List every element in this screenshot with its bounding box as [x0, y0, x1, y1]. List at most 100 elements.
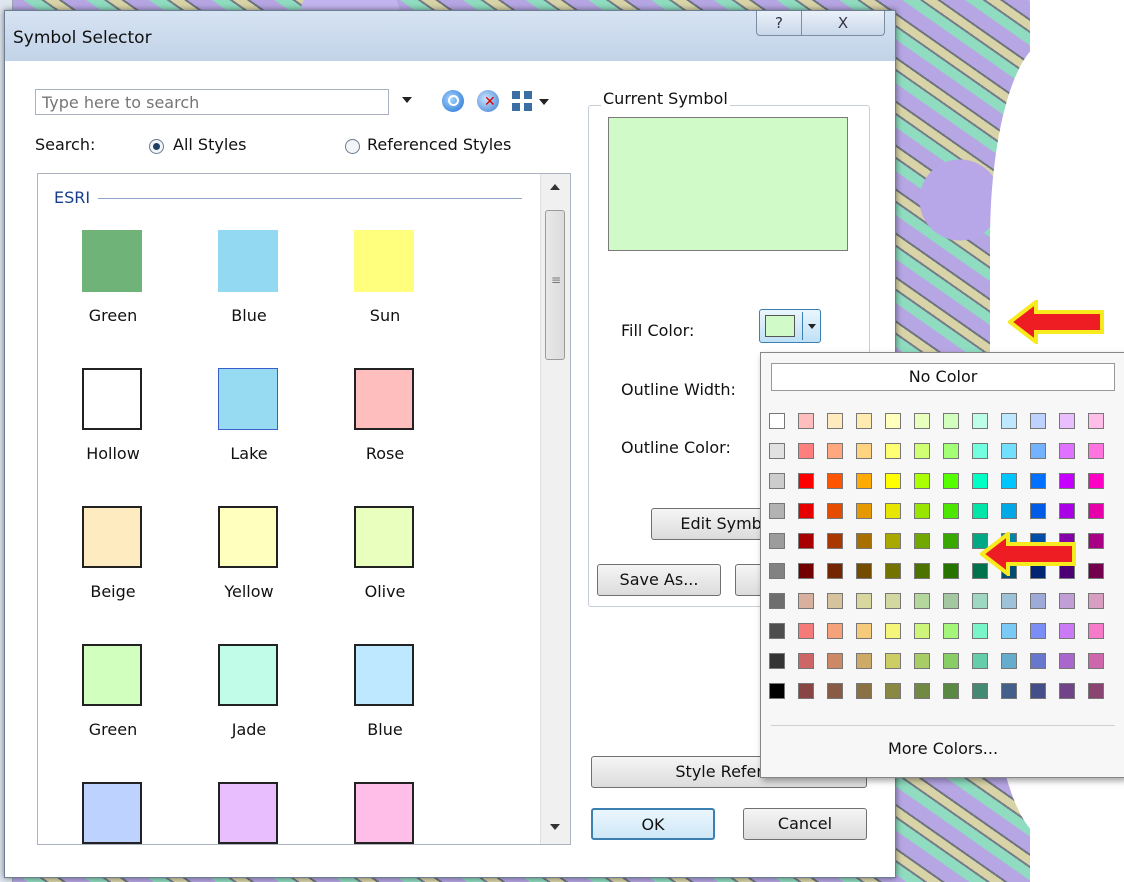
- symbol-item[interactable]: Green: [48, 644, 178, 754]
- color-swatch[interactable]: [827, 413, 843, 429]
- symbol-item[interactable]: [184, 782, 314, 844]
- color-swatch[interactable]: [1001, 413, 1017, 429]
- color-swatch[interactable]: [1088, 683, 1104, 699]
- titlebar[interactable]: Symbol Selector ? X: [5, 11, 895, 61]
- scroll-up-icon[interactable]: [550, 184, 560, 190]
- color-swatch[interactable]: [769, 683, 785, 699]
- color-swatch[interactable]: [769, 413, 785, 429]
- color-swatch[interactable]: [972, 503, 988, 519]
- color-swatch[interactable]: [856, 473, 872, 489]
- color-swatch[interactable]: [1059, 683, 1075, 699]
- color-swatch[interactable]: [769, 623, 785, 639]
- color-swatch[interactable]: [798, 503, 814, 519]
- all-styles-radio[interactable]: [149, 139, 164, 154]
- all-styles-label[interactable]: All Styles: [173, 135, 246, 154]
- color-swatch[interactable]: [856, 413, 872, 429]
- referenced-styles-radio[interactable]: [345, 139, 360, 154]
- color-swatch[interactable]: [885, 443, 901, 459]
- color-swatch[interactable]: [798, 623, 814, 639]
- color-swatch[interactable]: [827, 683, 843, 699]
- symbol-item[interactable]: Lake: [184, 368, 314, 478]
- color-swatch[interactable]: [1030, 413, 1046, 429]
- symbol-item[interactable]: Olive: [320, 506, 450, 616]
- color-swatch[interactable]: [827, 533, 843, 549]
- color-swatch[interactable]: [943, 563, 959, 579]
- symbol-item[interactable]: Jade: [184, 644, 314, 754]
- color-swatch[interactable]: [827, 653, 843, 669]
- color-swatch[interactable]: [827, 563, 843, 579]
- color-swatch[interactable]: [885, 563, 901, 579]
- color-swatch[interactable]: [1088, 623, 1104, 639]
- color-swatch[interactable]: [1059, 473, 1075, 489]
- color-swatch[interactable]: [827, 443, 843, 459]
- symbol-item[interactable]: Sun: [320, 230, 450, 340]
- color-swatch[interactable]: [856, 503, 872, 519]
- color-swatch[interactable]: [1001, 683, 1017, 699]
- symbol-item[interactable]: [48, 782, 178, 844]
- clear-search-icon[interactable]: [477, 90, 499, 112]
- color-swatch[interactable]: [856, 683, 872, 699]
- color-swatch[interactable]: [885, 533, 901, 549]
- view-options-dropdown-icon[interactable]: [539, 99, 549, 105]
- color-swatch[interactable]: [943, 503, 959, 519]
- color-swatch[interactable]: [769, 473, 785, 489]
- fill-color-button[interactable]: [759, 309, 821, 343]
- color-swatch[interactable]: [1001, 443, 1017, 459]
- color-swatch[interactable]: [943, 683, 959, 699]
- color-swatch[interactable]: [798, 533, 814, 549]
- color-swatch[interactable]: [1001, 653, 1017, 669]
- color-swatch[interactable]: [1088, 503, 1104, 519]
- symbol-item[interactable]: Beige: [48, 506, 178, 616]
- color-swatch[interactable]: [798, 413, 814, 429]
- color-swatch[interactable]: [972, 473, 988, 489]
- color-swatch[interactable]: [885, 593, 901, 609]
- color-swatch[interactable]: [885, 413, 901, 429]
- color-swatch[interactable]: [914, 533, 930, 549]
- color-swatch[interactable]: [1030, 473, 1046, 489]
- color-swatch[interactable]: [1059, 413, 1075, 429]
- color-swatch[interactable]: [827, 623, 843, 639]
- color-swatch[interactable]: [769, 443, 785, 459]
- color-swatch[interactable]: [1030, 503, 1046, 519]
- color-swatch[interactable]: [943, 593, 959, 609]
- color-swatch[interactable]: [1030, 443, 1046, 459]
- color-swatch[interactable]: [769, 593, 785, 609]
- color-swatch[interactable]: [1059, 653, 1075, 669]
- color-swatch[interactable]: [914, 653, 930, 669]
- no-color-option[interactable]: No Color: [771, 363, 1115, 391]
- color-swatch[interactable]: [856, 533, 872, 549]
- scroll-down-icon[interactable]: [550, 824, 560, 830]
- color-swatch[interactable]: [943, 413, 959, 429]
- color-swatch[interactable]: [885, 653, 901, 669]
- fill-color-dropdown-icon[interactable]: [808, 324, 816, 329]
- color-swatch[interactable]: [972, 683, 988, 699]
- color-swatch[interactable]: [943, 653, 959, 669]
- color-swatch[interactable]: [1059, 443, 1075, 459]
- color-swatch[interactable]: [1001, 503, 1017, 519]
- color-swatch[interactable]: [798, 653, 814, 669]
- gallery-scrollbar[interactable]: [540, 174, 570, 844]
- color-swatch[interactable]: [885, 503, 901, 519]
- color-swatch[interactable]: [914, 683, 930, 699]
- color-swatch[interactable]: [769, 533, 785, 549]
- color-swatch[interactable]: [1059, 623, 1075, 639]
- color-swatch[interactable]: [1059, 593, 1075, 609]
- color-swatch[interactable]: [885, 683, 901, 699]
- search-history-dropdown-icon[interactable]: [402, 97, 412, 103]
- color-swatch[interactable]: [972, 623, 988, 639]
- help-button[interactable]: ?: [756, 11, 802, 36]
- color-swatch[interactable]: [798, 683, 814, 699]
- symbol-item[interactable]: [320, 782, 450, 844]
- view-options-icon[interactable]: [512, 91, 532, 111]
- color-swatch[interactable]: [856, 653, 872, 669]
- symbol-item[interactable]: Green: [48, 230, 178, 340]
- color-swatch[interactable]: [798, 443, 814, 459]
- color-swatch[interactable]: [856, 443, 872, 459]
- color-swatch[interactable]: [1088, 533, 1104, 549]
- color-swatch[interactable]: [769, 563, 785, 579]
- color-swatch[interactable]: [1001, 473, 1017, 489]
- color-swatch[interactable]: [914, 443, 930, 459]
- color-swatch[interactable]: [1001, 623, 1017, 639]
- close-button[interactable]: X: [801, 11, 885, 36]
- color-swatch[interactable]: [914, 623, 930, 639]
